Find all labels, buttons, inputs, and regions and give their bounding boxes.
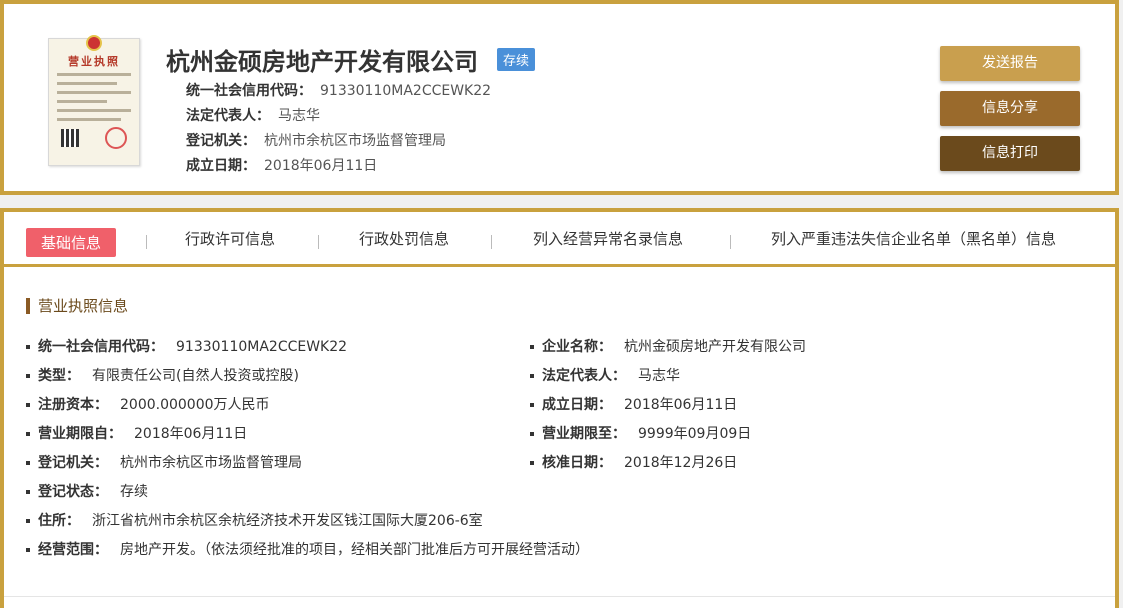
bullet-icon	[530, 432, 534, 436]
header-credit-code-value: 91330110MA2CCEWK22	[320, 83, 492, 99]
bullet-icon	[530, 461, 534, 465]
bullet-icon	[530, 403, 534, 407]
print-info-button[interactable]: 信息打印	[940, 136, 1080, 171]
tab-abnormal-operation[interactable]: 列入经营异常名录信息	[533, 228, 683, 249]
send-report-button[interactable]: 发送报告	[940, 46, 1080, 81]
bullet-icon	[26, 548, 30, 552]
national-emblem-icon	[86, 35, 102, 51]
company-name: 杭州金硕房地产开发有限公司	[166, 48, 478, 76]
field-term-to: 营业期限至： 9999年09月09日	[530, 423, 751, 443]
field-reg-capital: 注册资本： 2000.000000万人民币	[26, 394, 270, 414]
field-company-name: 企业名称： 杭州金硕房地产开发有限公司	[530, 336, 806, 356]
header-reg-authority-value: 杭州市余杭区市场监督管理局	[264, 133, 446, 149]
bullet-icon	[26, 432, 30, 436]
tab-blacklist[interactable]: 列入严重违法失信企业名单（黑名单）信息	[771, 228, 1056, 249]
field-reg-authority-value: 杭州市余杭区市场监督管理局	[120, 455, 302, 471]
business-license-thumbnail[interactable]: 营业执照	[48, 35, 140, 166]
details-card: 基础信息 行政许可信息 行政处罚信息 列入经营异常名录信息 列入严重违法失信企业…	[0, 208, 1119, 608]
field-type: 类型： 有限责任公司(自然人投资或控股)	[26, 365, 299, 385]
header-legal-rep-value: 马志华	[278, 108, 320, 124]
field-scope-label: 经营范围：	[38, 542, 108, 558]
divider	[4, 596, 1115, 597]
tab-divider	[491, 235, 492, 249]
field-legal-rep-label: 法定代表人：	[542, 368, 626, 384]
field-legal-rep-value: 马志华	[638, 368, 680, 384]
field-address-value: 浙江省杭州市余杭区余杭经济技术开发区钱江国际大厦206-6室	[92, 513, 483, 529]
field-scope-value: 房地产开发。（依法须经批准的项目，经相关部门批准后方可开展经营活动）	[120, 542, 589, 558]
header-established: 成立日期： 2018年06月11日	[186, 155, 377, 175]
header-credit-code-label: 统一社会信用代码：	[186, 83, 312, 99]
field-type-label: 类型：	[38, 368, 80, 384]
field-credit-code: 统一社会信用代码： 91330110MA2CCEWK22	[26, 336, 347, 356]
field-reg-capital-label: 注册资本：	[38, 397, 108, 413]
field-approval-date: 核准日期： 2018年12月26日	[530, 452, 737, 472]
header-credit-code: 统一社会信用代码： 91330110MA2CCEWK22	[186, 80, 491, 100]
field-reg-capital-value: 2000.000000万人民币	[120, 397, 270, 413]
bullet-icon	[26, 345, 30, 349]
field-address: 住所： 浙江省杭州市余杭区余杭经济技术开发区钱江国际大厦206-6室	[26, 510, 483, 530]
tab-admin-penalty[interactable]: 行政处罚信息	[359, 228, 449, 249]
header-legal-rep-label: 法定代表人：	[186, 108, 270, 124]
company-header-card: 营业执照 杭州金硕房地产开发有限公司 存续 统一社会信用代码： 91330110M…	[0, 0, 1119, 195]
field-credit-code-value: 91330110MA2CCEWK22	[176, 339, 348, 355]
field-term-from: 营业期限自： 2018年06月11日	[26, 423, 247, 443]
bullet-icon	[530, 374, 534, 378]
field-scope: 经营范围： 房地产开发。（依法须经批准的项目，经相关部门批准后方可开展经营活动）	[26, 539, 589, 559]
field-legal-rep: 法定代表人： 马志华	[530, 365, 680, 385]
field-term-from-value: 2018年06月11日	[134, 426, 248, 442]
field-company-name-label: 企业名称：	[542, 339, 612, 355]
bullet-icon	[26, 403, 30, 407]
header-established-value: 2018年06月11日	[264, 158, 378, 174]
bullet-icon	[26, 519, 30, 523]
status-badge: 存续	[497, 48, 536, 71]
tab-admin-license[interactable]: 行政许可信息	[185, 228, 275, 249]
tab-basic-info[interactable]: 基础信息	[26, 228, 117, 257]
tab-divider	[318, 235, 319, 249]
share-info-button[interactable]: 信息分享	[940, 91, 1080, 126]
field-established-label: 成立日期：	[542, 397, 612, 413]
field-reg-authority-label: 登记机关：	[38, 455, 108, 471]
header-legal-rep: 法定代表人： 马志华	[186, 105, 320, 125]
field-term-to-value: 9999年09月09日	[638, 426, 752, 442]
field-company-name-value: 杭州金硕房地产开发有限公司	[624, 339, 806, 355]
header-established-label: 成立日期：	[186, 158, 256, 174]
field-type-value: 有限责任公司(自然人投资或控股)	[92, 368, 299, 384]
field-reg-status: 登记状态： 存续	[26, 481, 148, 501]
field-term-to-label: 营业期限至：	[542, 426, 626, 442]
field-reg-authority: 登记机关： 杭州市余杭区市场监督管理局	[26, 452, 302, 472]
field-reg-status-label: 登记状态：	[38, 484, 108, 500]
bullet-icon	[530, 345, 534, 349]
license-text-lines	[57, 73, 131, 127]
tab-divider	[146, 235, 147, 249]
section-title-license-info: 营业执照信息	[26, 298, 128, 314]
field-established-value: 2018年06月11日	[624, 397, 738, 413]
qr-code-icon	[61, 129, 79, 147]
field-approval-date-label: 核准日期：	[542, 455, 612, 471]
seal-icon	[105, 127, 127, 149]
field-reg-status-value: 存续	[120, 484, 148, 500]
bullet-icon	[26, 374, 30, 378]
header-reg-authority-label: 登记机关：	[186, 133, 256, 149]
field-credit-code-label: 统一社会信用代码：	[38, 339, 164, 355]
field-established: 成立日期： 2018年06月11日	[530, 394, 737, 414]
field-address-label: 住所：	[38, 513, 80, 529]
tab-divider	[730, 235, 731, 249]
license-thumbnail-title: 营业执照	[68, 55, 120, 68]
bullet-icon	[26, 490, 30, 494]
tab-bar: 基础信息 行政许可信息 行政处罚信息 列入经营异常名录信息 列入严重违法失信企业…	[4, 212, 1115, 267]
header-reg-authority: 登记机关： 杭州市余杭区市场监督管理局	[186, 130, 446, 150]
bullet-icon	[26, 461, 30, 465]
field-approval-date-value: 2018年12月26日	[624, 455, 738, 471]
field-term-from-label: 营业期限自：	[38, 426, 122, 442]
